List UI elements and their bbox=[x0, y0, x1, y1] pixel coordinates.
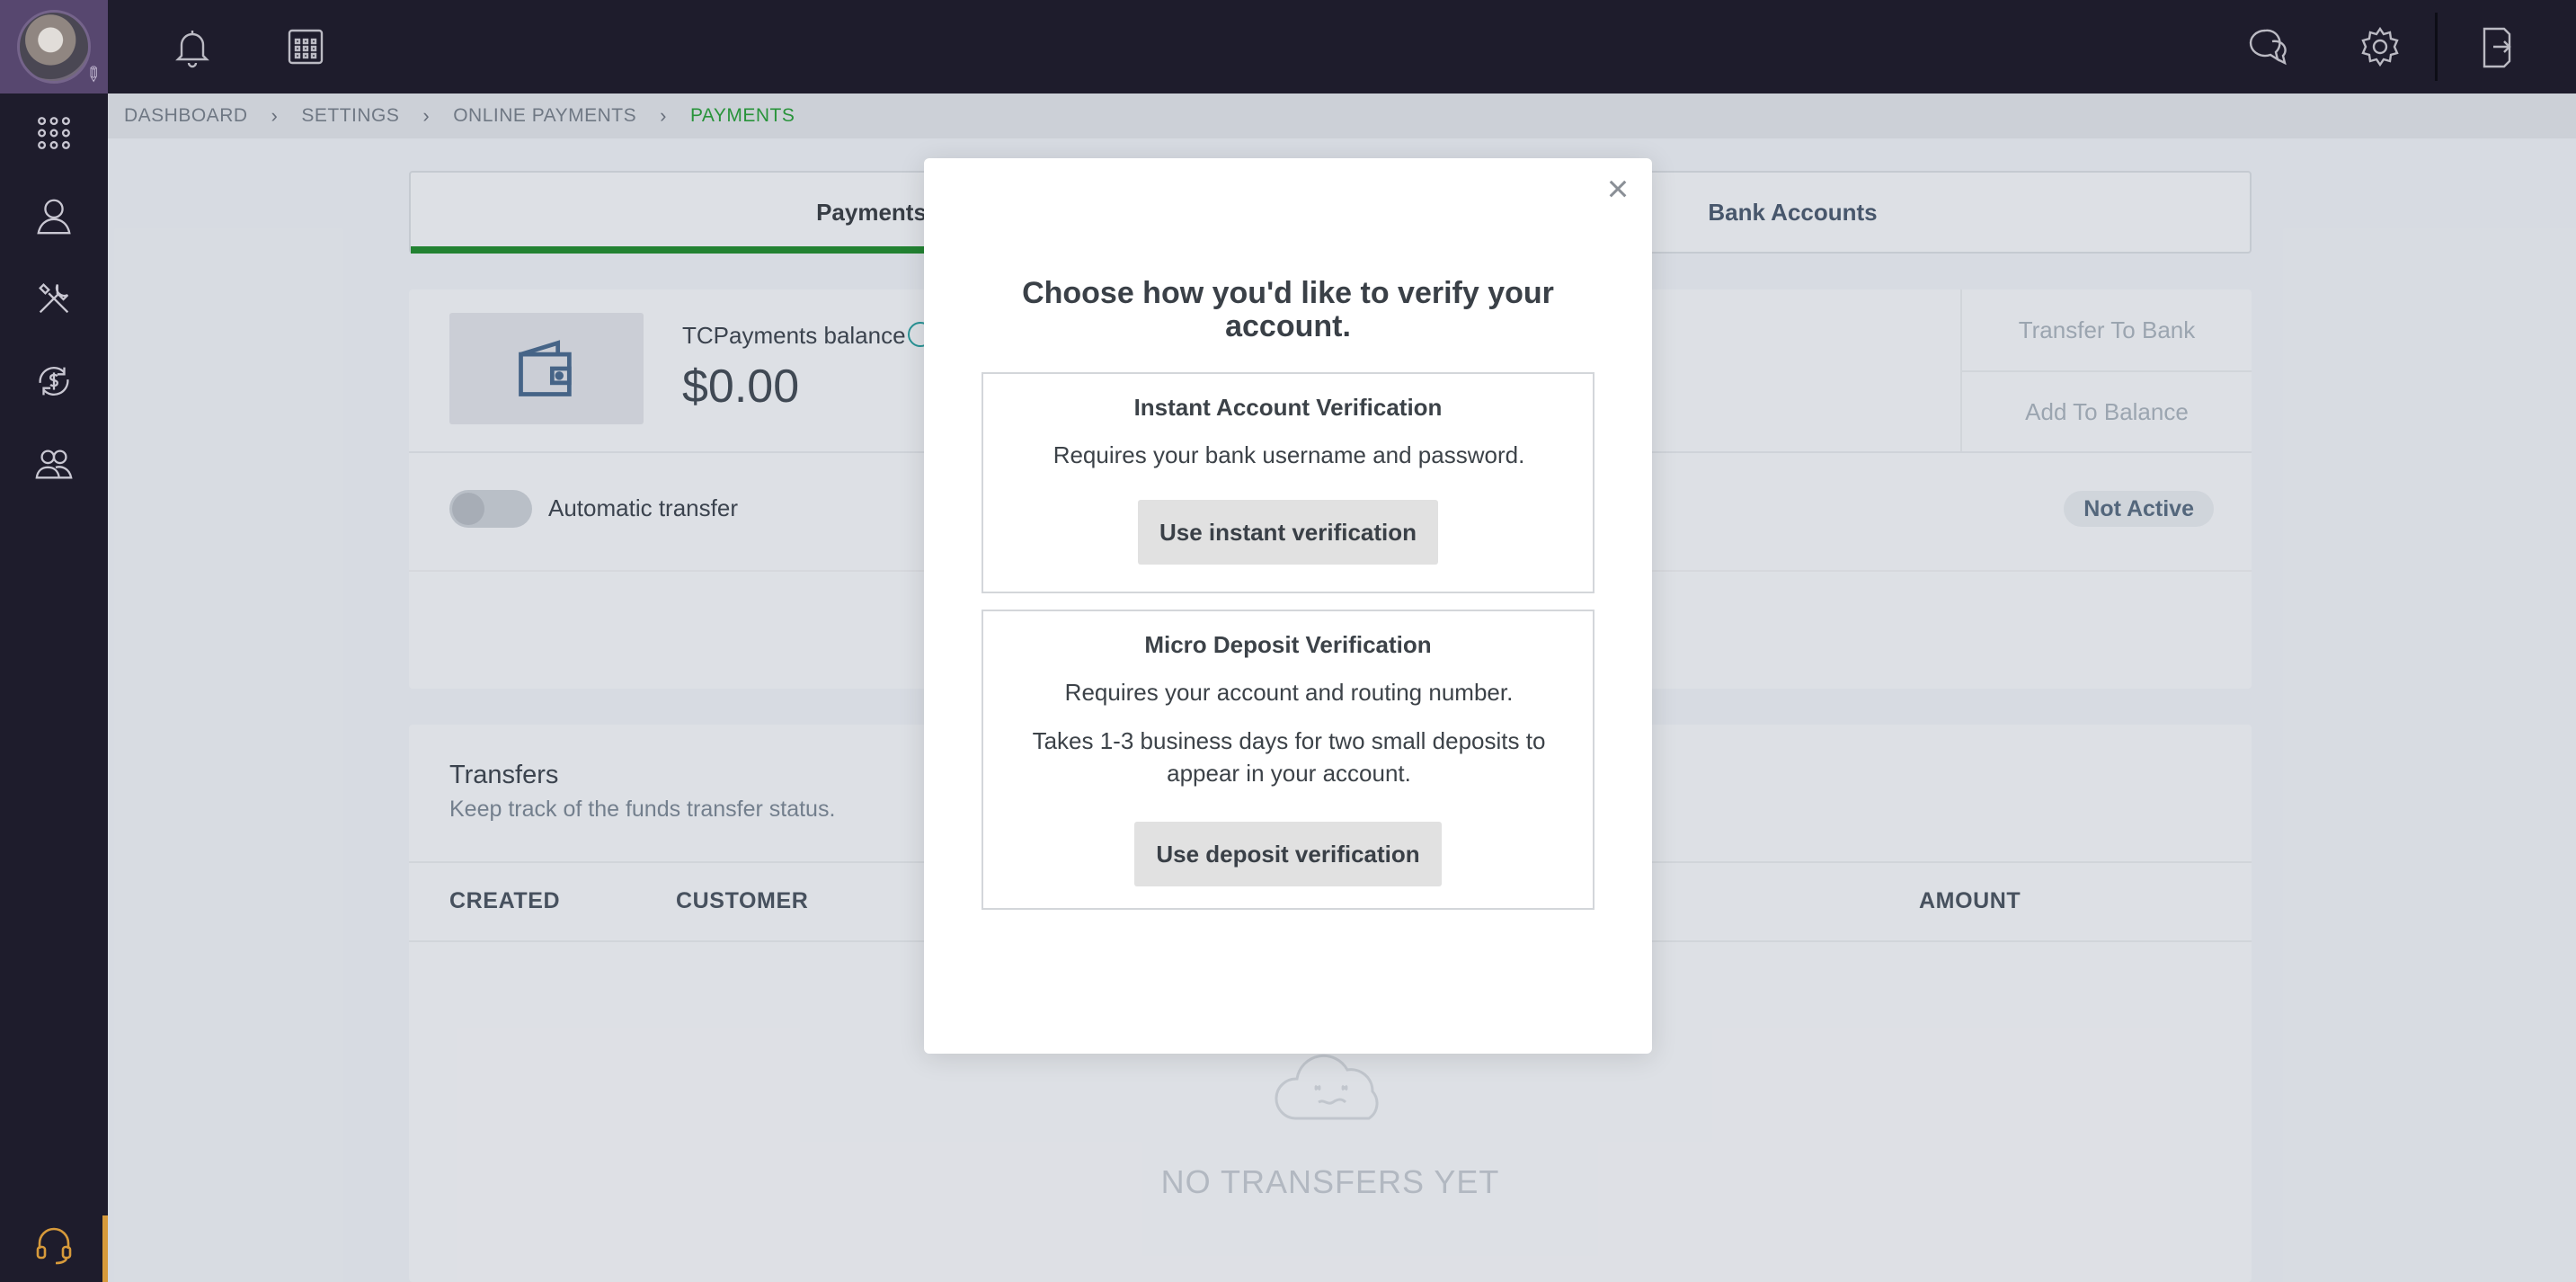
deposit-verification-option: Micro Deposit Verification Requires your… bbox=[982, 610, 1594, 910]
close-icon[interactable]: × bbox=[1600, 170, 1636, 208]
deposit-verification-text: Requires your account and routing number… bbox=[1064, 679, 1514, 706]
deposit-verification-title: Micro Deposit Verification bbox=[1144, 631, 1432, 658]
deposit-verification-timing: Takes 1-3 business days for two small de… bbox=[1032, 727, 1546, 787]
instant-verification-title: Instant Account Verification bbox=[1133, 394, 1443, 421]
use-deposit-verification-button[interactable]: Use deposit verification bbox=[1134, 822, 1442, 886]
modal-title: Choose how you'd like to verify your acc… bbox=[1022, 276, 1554, 343]
use-instant-verification-button[interactable]: Use instant verification bbox=[1138, 500, 1438, 565]
instant-verification-text: Requires your bank username and password… bbox=[1053, 441, 1525, 468]
instant-verification-option: Instant Account Verification Requires yo… bbox=[982, 372, 1594, 593]
verify-account-modal: × Choose how you'd like to verify your a… bbox=[924, 158, 1652, 1054]
